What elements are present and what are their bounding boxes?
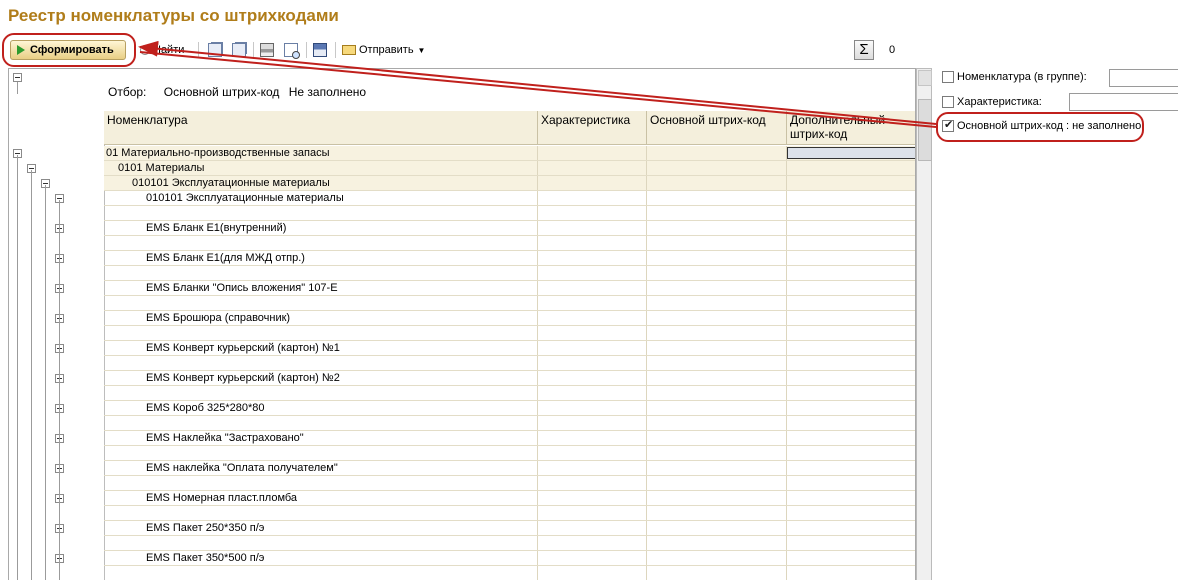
annotation-arrows (138, 40, 937, 128)
